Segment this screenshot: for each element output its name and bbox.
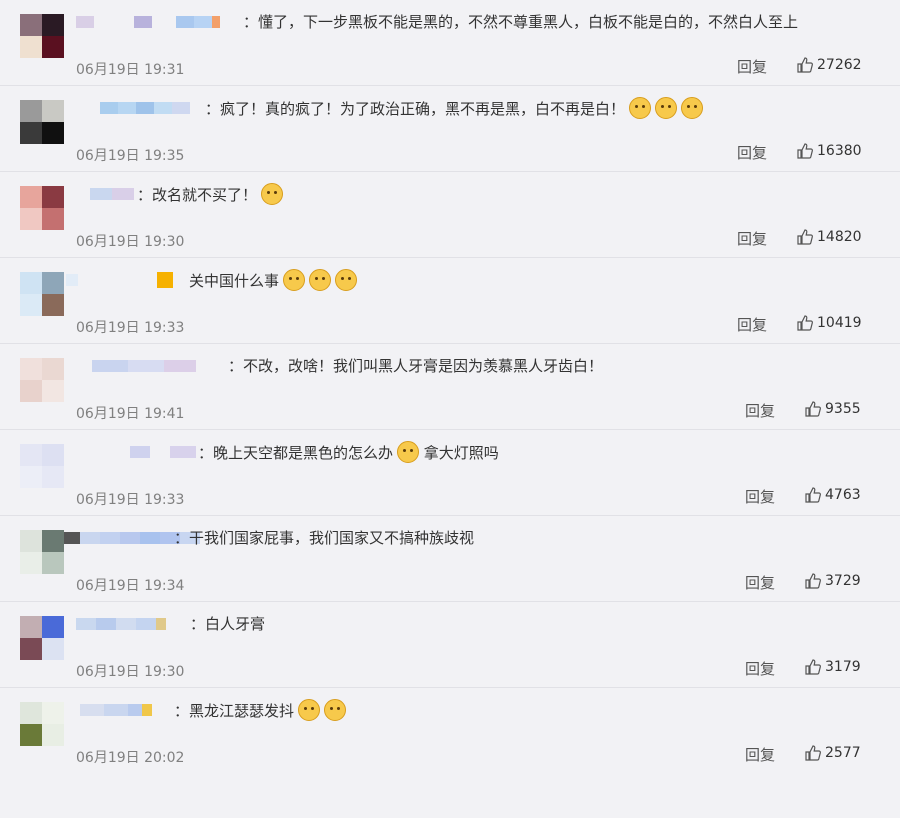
avatar[interactable] — [20, 530, 64, 574]
like-button[interactable]: 3179 — [805, 659, 861, 675]
reply-button[interactable]: 回复 — [737, 56, 767, 77]
comment-time: 06月19日 19:31 — [76, 62, 185, 78]
avatar[interactable] — [20, 14, 64, 58]
doge-icon — [261, 183, 284, 205]
reply-button[interactable]: 回复 — [745, 572, 775, 593]
doge-icon — [324, 699, 347, 721]
smirk-face-icon — [335, 269, 358, 291]
comment-item: ：疯了！真的疯了！为了政治正确，黑不再是黑，白不再是白！ 06月19日 19:3… — [0, 86, 900, 172]
like-count: 3729 — [825, 573, 861, 589]
comment-text: ：不改，改啥！我们叫黑人牙膏是因为羡慕黑人牙齿白！ — [228, 357, 604, 375]
reply-button[interactable]: 回复 — [737, 228, 767, 249]
username-pixelated[interactable] — [76, 618, 166, 630]
thumbs-up-icon — [805, 401, 821, 417]
smirk-face-icon — [309, 269, 332, 291]
avatar[interactable] — [20, 100, 64, 144]
comment-item: ：不改，改啥！我们叫黑人牙膏是因为羡慕黑人牙齿白！ 06月19日 19:41 回… — [0, 344, 900, 430]
comment-item: ：白人牙膏 06月19日 19:30 回复 3179 — [0, 602, 900, 688]
comment-item: ：干我们国家屁事，我们国家又不搞种族歧视 06月19日 19:34 回复 372… — [0, 516, 900, 602]
thumbs-up-icon — [797, 143, 813, 159]
avatar[interactable] — [20, 358, 64, 402]
thumbs-up-icon — [797, 315, 813, 331]
comment-text: ：白人牙膏 — [190, 615, 266, 633]
like-count: 14820 — [817, 229, 862, 245]
reply-button[interactable]: 回复 — [737, 314, 767, 335]
comment-time: 06月19日 19:30 — [76, 234, 185, 250]
comment-time: 06月19日 19:33 — [76, 320, 185, 336]
comment-time: 06月19日 19:33 — [76, 492, 185, 508]
like-button[interactable]: 3729 — [805, 573, 861, 589]
like-button[interactable]: 27262 — [797, 57, 862, 73]
reply-button[interactable]: 回复 — [745, 486, 775, 507]
thumbs-up-icon — [805, 573, 821, 589]
thumbs-up-icon — [805, 659, 821, 675]
avatar[interactable] — [20, 702, 64, 746]
like-button[interactable]: 4763 — [805, 487, 861, 503]
comment-text: ：晚上天空都是黑色的怎么办 拿大灯照吗 — [198, 441, 499, 464]
comment-text: ：改名就不买了！ — [137, 183, 284, 206]
like-button[interactable]: 16380 — [797, 143, 862, 159]
thinking-face-icon — [397, 441, 420, 463]
comment-text: 关中国什么事 — [157, 269, 358, 292]
avatar[interactable] — [20, 186, 64, 230]
comment-text: ：黑龙江瑟瑟发抖 — [174, 699, 347, 722]
username-pixelated[interactable] — [100, 102, 190, 114]
comment-time: 06月19日 19:30 — [76, 664, 185, 680]
crying-face-icon — [655, 97, 678, 119]
comment-list: ：懂了，下一步黑板不能是黑的，不然不尊重黑人，白板不能是白的，不然白人至上 06… — [0, 0, 900, 818]
reply-button[interactable]: 回复 — [745, 400, 775, 421]
reply-button[interactable]: 回复 — [745, 658, 775, 679]
like-button[interactable]: 14820 — [797, 229, 862, 245]
like-count: 9355 — [825, 401, 861, 417]
username-pixelated[interactable] — [76, 16, 220, 28]
doge-icon — [298, 699, 321, 721]
like-button[interactable]: 2577 — [805, 745, 861, 761]
thumbs-up-icon — [797, 57, 813, 73]
vip-badge-icon — [157, 272, 173, 288]
comment-time: 06月19日 20:02 — [76, 750, 185, 766]
comment-item: 关中国什么事 06月19日 19:33 回复 10419 — [0, 258, 900, 344]
like-button[interactable]: 10419 — [797, 315, 862, 331]
comment-time: 06月19日 19:35 — [76, 148, 185, 164]
username-pixelated[interactable] — [80, 704, 152, 716]
reply-button[interactable]: 回复 — [737, 142, 767, 163]
avatar[interactable] — [20, 272, 64, 316]
comment-text: ：懂了，下一步黑板不能是黑的，不然不尊重黑人，白板不能是白的，不然白人至上 — [243, 13, 799, 31]
reply-button[interactable]: 回复 — [745, 744, 775, 765]
thumbs-up-icon — [805, 487, 821, 503]
comment-text: ：干我们国家屁事，我们国家又不搞种族歧视 — [174, 529, 475, 547]
comment-time: 06月19日 19:34 — [76, 578, 185, 594]
like-button[interactable]: 9355 — [805, 401, 861, 417]
avatar[interactable] — [20, 616, 64, 660]
comment-item: ：晚上天空都是黑色的怎么办 拿大灯照吗 06月19日 19:33 回复 4763 — [0, 430, 900, 516]
like-count: 27262 — [817, 57, 862, 73]
like-count: 4763 — [825, 487, 861, 503]
like-count: 10419 — [817, 315, 862, 331]
thumbs-up-icon — [797, 229, 813, 245]
comment-item: ：黑龙江瑟瑟发抖 06月19日 20:02 回复 2577 — [0, 688, 900, 774]
crying-face-icon — [629, 97, 652, 119]
comment-time: 06月19日 19:41 — [76, 406, 185, 422]
username-pixelated[interactable] — [90, 188, 134, 200]
username-pixelated[interactable] — [66, 274, 78, 286]
username-pixelated[interactable] — [130, 446, 196, 458]
username-pixelated[interactable] — [92, 360, 196, 372]
smirk-face-icon — [283, 269, 306, 291]
like-count: 3179 — [825, 659, 861, 675]
comment-item: ：懂了，下一步黑板不能是黑的，不然不尊重黑人，白板不能是白的，不然白人至上 06… — [0, 0, 900, 86]
avatar[interactable] — [20, 444, 64, 488]
comment-item: ：改名就不买了！ 06月19日 19:30 回复 14820 — [0, 172, 900, 258]
like-count: 2577 — [825, 745, 861, 761]
comment-text: ：疯了！真的疯了！为了政治正确，黑不再是黑，白不再是白！ — [205, 97, 704, 120]
crying-face-icon — [681, 97, 704, 119]
thumbs-up-icon — [805, 745, 821, 761]
like-count: 16380 — [817, 143, 862, 159]
